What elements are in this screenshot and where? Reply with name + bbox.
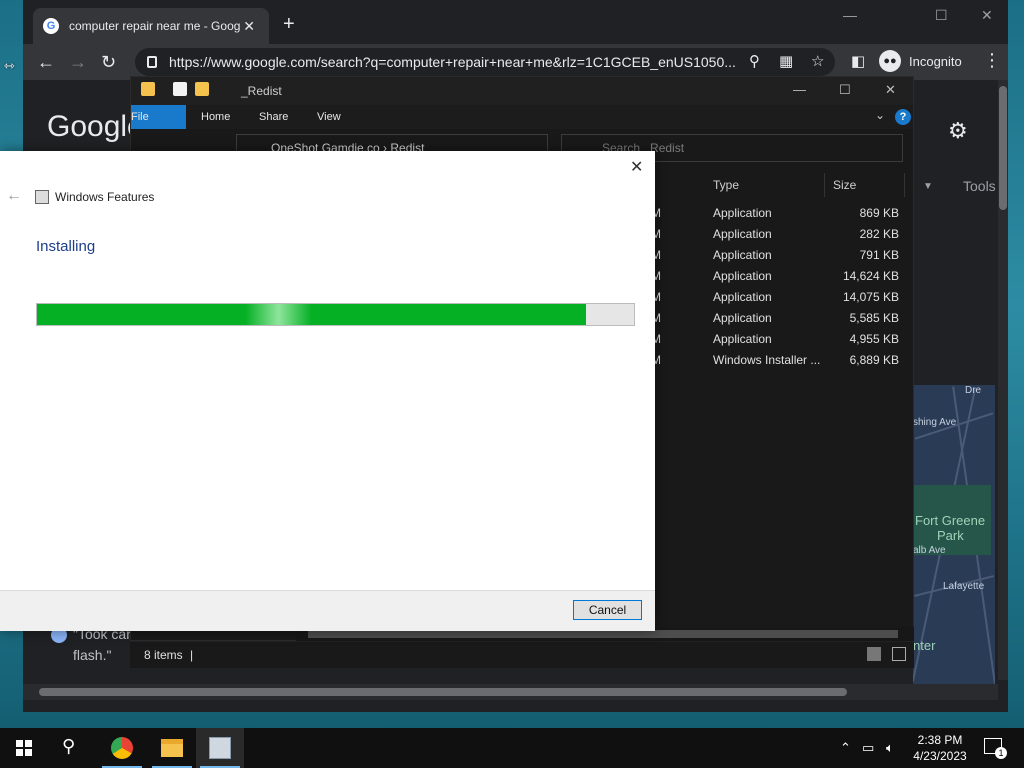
clock-date: 4/23/2023 bbox=[913, 749, 967, 763]
map-label: alb Ave bbox=[913, 545, 946, 556]
reload-icon[interactable]: ↻ bbox=[101, 52, 116, 73]
install-progress-bar bbox=[36, 303, 635, 326]
taskbar-chrome[interactable] bbox=[98, 728, 146, 768]
item-count: 8 items bbox=[144, 648, 183, 662]
minimize-button[interactable]: — bbox=[793, 82, 806, 97]
vertical-scrollbar[interactable] bbox=[998, 80, 1008, 680]
help-icon[interactable]: ? bbox=[895, 109, 911, 125]
clock-time: 2:38 PM bbox=[917, 733, 963, 747]
minimize-button[interactable]: — bbox=[843, 7, 857, 23]
tab-close-icon[interactable]: ✕ bbox=[243, 18, 255, 35]
incognito-indicator[interactable]: ●● Incognito bbox=[879, 50, 962, 72]
tab-title: computer repair near me - Goog bbox=[69, 19, 241, 33]
list-item[interactable]: M Application 4,955 KB bbox=[651, 329, 911, 350]
search-icon[interactable]: ⚲ bbox=[62, 736, 75, 757]
ribbon: File Home Share View ⌄ ? bbox=[131, 105, 913, 129]
close-icon[interactable]: ✕ bbox=[630, 157, 643, 177]
back-arrow-icon[interactable]: ← bbox=[6, 187, 22, 205]
side-panel-icon[interactable]: ◧ bbox=[851, 52, 865, 70]
qr-code-icon[interactable]: ▦ bbox=[779, 52, 793, 70]
taskbar-file-explorer[interactable] bbox=[148, 728, 196, 768]
chrome-icon bbox=[111, 737, 133, 759]
list-item[interactable]: M Windows Installer ... 6,889 KB bbox=[651, 350, 911, 371]
maximize-button[interactable]: ☐ bbox=[935, 7, 948, 24]
column-header-type[interactable]: Type bbox=[707, 173, 825, 197]
map-label: nter bbox=[913, 638, 936, 653]
review-snippet: flash." bbox=[73, 647, 112, 663]
chevron-up-icon[interactable]: ⌃ bbox=[840, 740, 851, 756]
windows-start-icon[interactable] bbox=[16, 740, 32, 756]
dialog-title: Windows Features bbox=[55, 190, 155, 204]
close-window-button[interactable]: ✕ bbox=[981, 7, 993, 24]
progress-fill bbox=[37, 304, 586, 325]
map-label: shing Ave bbox=[913, 417, 957, 428]
properties-icon[interactable] bbox=[173, 82, 187, 96]
menu-kebab-icon[interactable]: ⋮ bbox=[983, 50, 1001, 71]
network-icon[interactable]: ▭ bbox=[862, 740, 874, 756]
windows-features-icon bbox=[35, 190, 49, 204]
tools-button[interactable]: Tools bbox=[963, 178, 996, 194]
google-favicon-icon: G bbox=[43, 18, 59, 34]
chevron-down-icon[interactable]: ▼ bbox=[923, 181, 933, 192]
list-item[interactable]: M Application 14,075 KB bbox=[651, 287, 911, 308]
map-label: Park bbox=[937, 528, 964, 543]
list-item[interactable]: M Application 869 KB bbox=[651, 203, 911, 224]
explorer-title: _Redist bbox=[241, 84, 282, 98]
lock-icon bbox=[147, 56, 157, 68]
url-text: https://www.google.com/search?q=computer… bbox=[169, 54, 736, 70]
taskbar-windows-features[interactable] bbox=[196, 728, 244, 768]
new-folder-icon[interactable] bbox=[195, 82, 209, 96]
back-arrow-icon[interactable]: ← bbox=[37, 52, 55, 73]
incognito-label: Incognito bbox=[909, 53, 962, 69]
large-icons-view-icon[interactable] bbox=[892, 647, 906, 661]
details-view-icon[interactable] bbox=[867, 647, 881, 661]
location-pin-icon[interactable]: ⚲ bbox=[749, 52, 760, 70]
new-tab-button[interactable]: + bbox=[283, 13, 295, 36]
resize-cursor-icon: ⇿ bbox=[4, 58, 15, 73]
tab-strip: G computer repair near me - Goog ✕ + — ☐… bbox=[23, 0, 1008, 44]
volume-icon[interactable]: 🔈︎ bbox=[886, 740, 894, 756]
map-label: Fort Greene bbox=[915, 513, 986, 528]
status-heading: Installing bbox=[36, 238, 96, 255]
column-header-size[interactable]: Size bbox=[825, 173, 905, 197]
tab-home[interactable]: Home bbox=[201, 105, 230, 129]
tab-share[interactable]: Share bbox=[259, 105, 288, 129]
settings-gear-icon[interactable]: ⚙ bbox=[948, 118, 968, 144]
browser-tab[interactable]: G computer repair near me - Goog ✕ bbox=[33, 8, 269, 44]
explorer-statusbar: 8 items | bbox=[130, 642, 914, 668]
map-label: Dre bbox=[965, 385, 982, 396]
notification-count: 1 bbox=[995, 747, 1007, 759]
horizontal-scrollbar[interactable] bbox=[23, 684, 998, 700]
list-item[interactable]: M Application 282 KB bbox=[651, 224, 911, 245]
clock[interactable]: 2:38 PM 4/23/2023 bbox=[912, 732, 968, 764]
taskbar: ⚲ ⌃ ▭ 🔈︎ 2:38 PM 4/23/2023 1 bbox=[0, 728, 1024, 768]
folder-icon bbox=[161, 739, 183, 757]
address-bar[interactable]: https://www.google.com/search?q=computer… bbox=[135, 48, 835, 76]
browser-toolbar: ← → ↻ https://www.google.com/search?q=co… bbox=[23, 44, 1008, 80]
incognito-icon: ●● bbox=[879, 50, 901, 72]
tab-view[interactable]: View bbox=[317, 105, 341, 129]
tab-file[interactable]: File bbox=[131, 105, 186, 129]
folder-icon bbox=[141, 82, 155, 96]
maximize-button[interactable]: ☐ bbox=[839, 82, 851, 98]
dialog-footer: Cancel bbox=[0, 590, 655, 631]
forward-arrow-icon[interactable]: → bbox=[69, 52, 87, 73]
bookmark-star-icon[interactable]: ☆ bbox=[811, 52, 824, 70]
close-window-button[interactable]: ✕ bbox=[885, 82, 896, 98]
windows-features-dialog: ✕ ← Windows Features Installing Cancel bbox=[0, 151, 655, 631]
explorer-titlebar: _Redist — ☐ ✕ bbox=[131, 77, 913, 105]
chevron-down-icon[interactable]: ⌄ bbox=[875, 108, 885, 122]
list-item[interactable]: M Application 5,585 KB bbox=[651, 308, 911, 329]
map-preview[interactable]: Dre shing Ave Fort Greene Park alb Ave L… bbox=[913, 385, 995, 685]
windows-features-icon bbox=[209, 737, 231, 759]
list-item[interactable]: M Application 791 KB bbox=[651, 245, 911, 266]
list-item[interactable]: M Application 14,624 KB bbox=[651, 266, 911, 287]
notification-center-icon[interactable]: 1 bbox=[984, 738, 1007, 759]
map-label: Lafayette bbox=[943, 581, 985, 592]
cancel-button[interactable]: Cancel bbox=[573, 600, 642, 620]
